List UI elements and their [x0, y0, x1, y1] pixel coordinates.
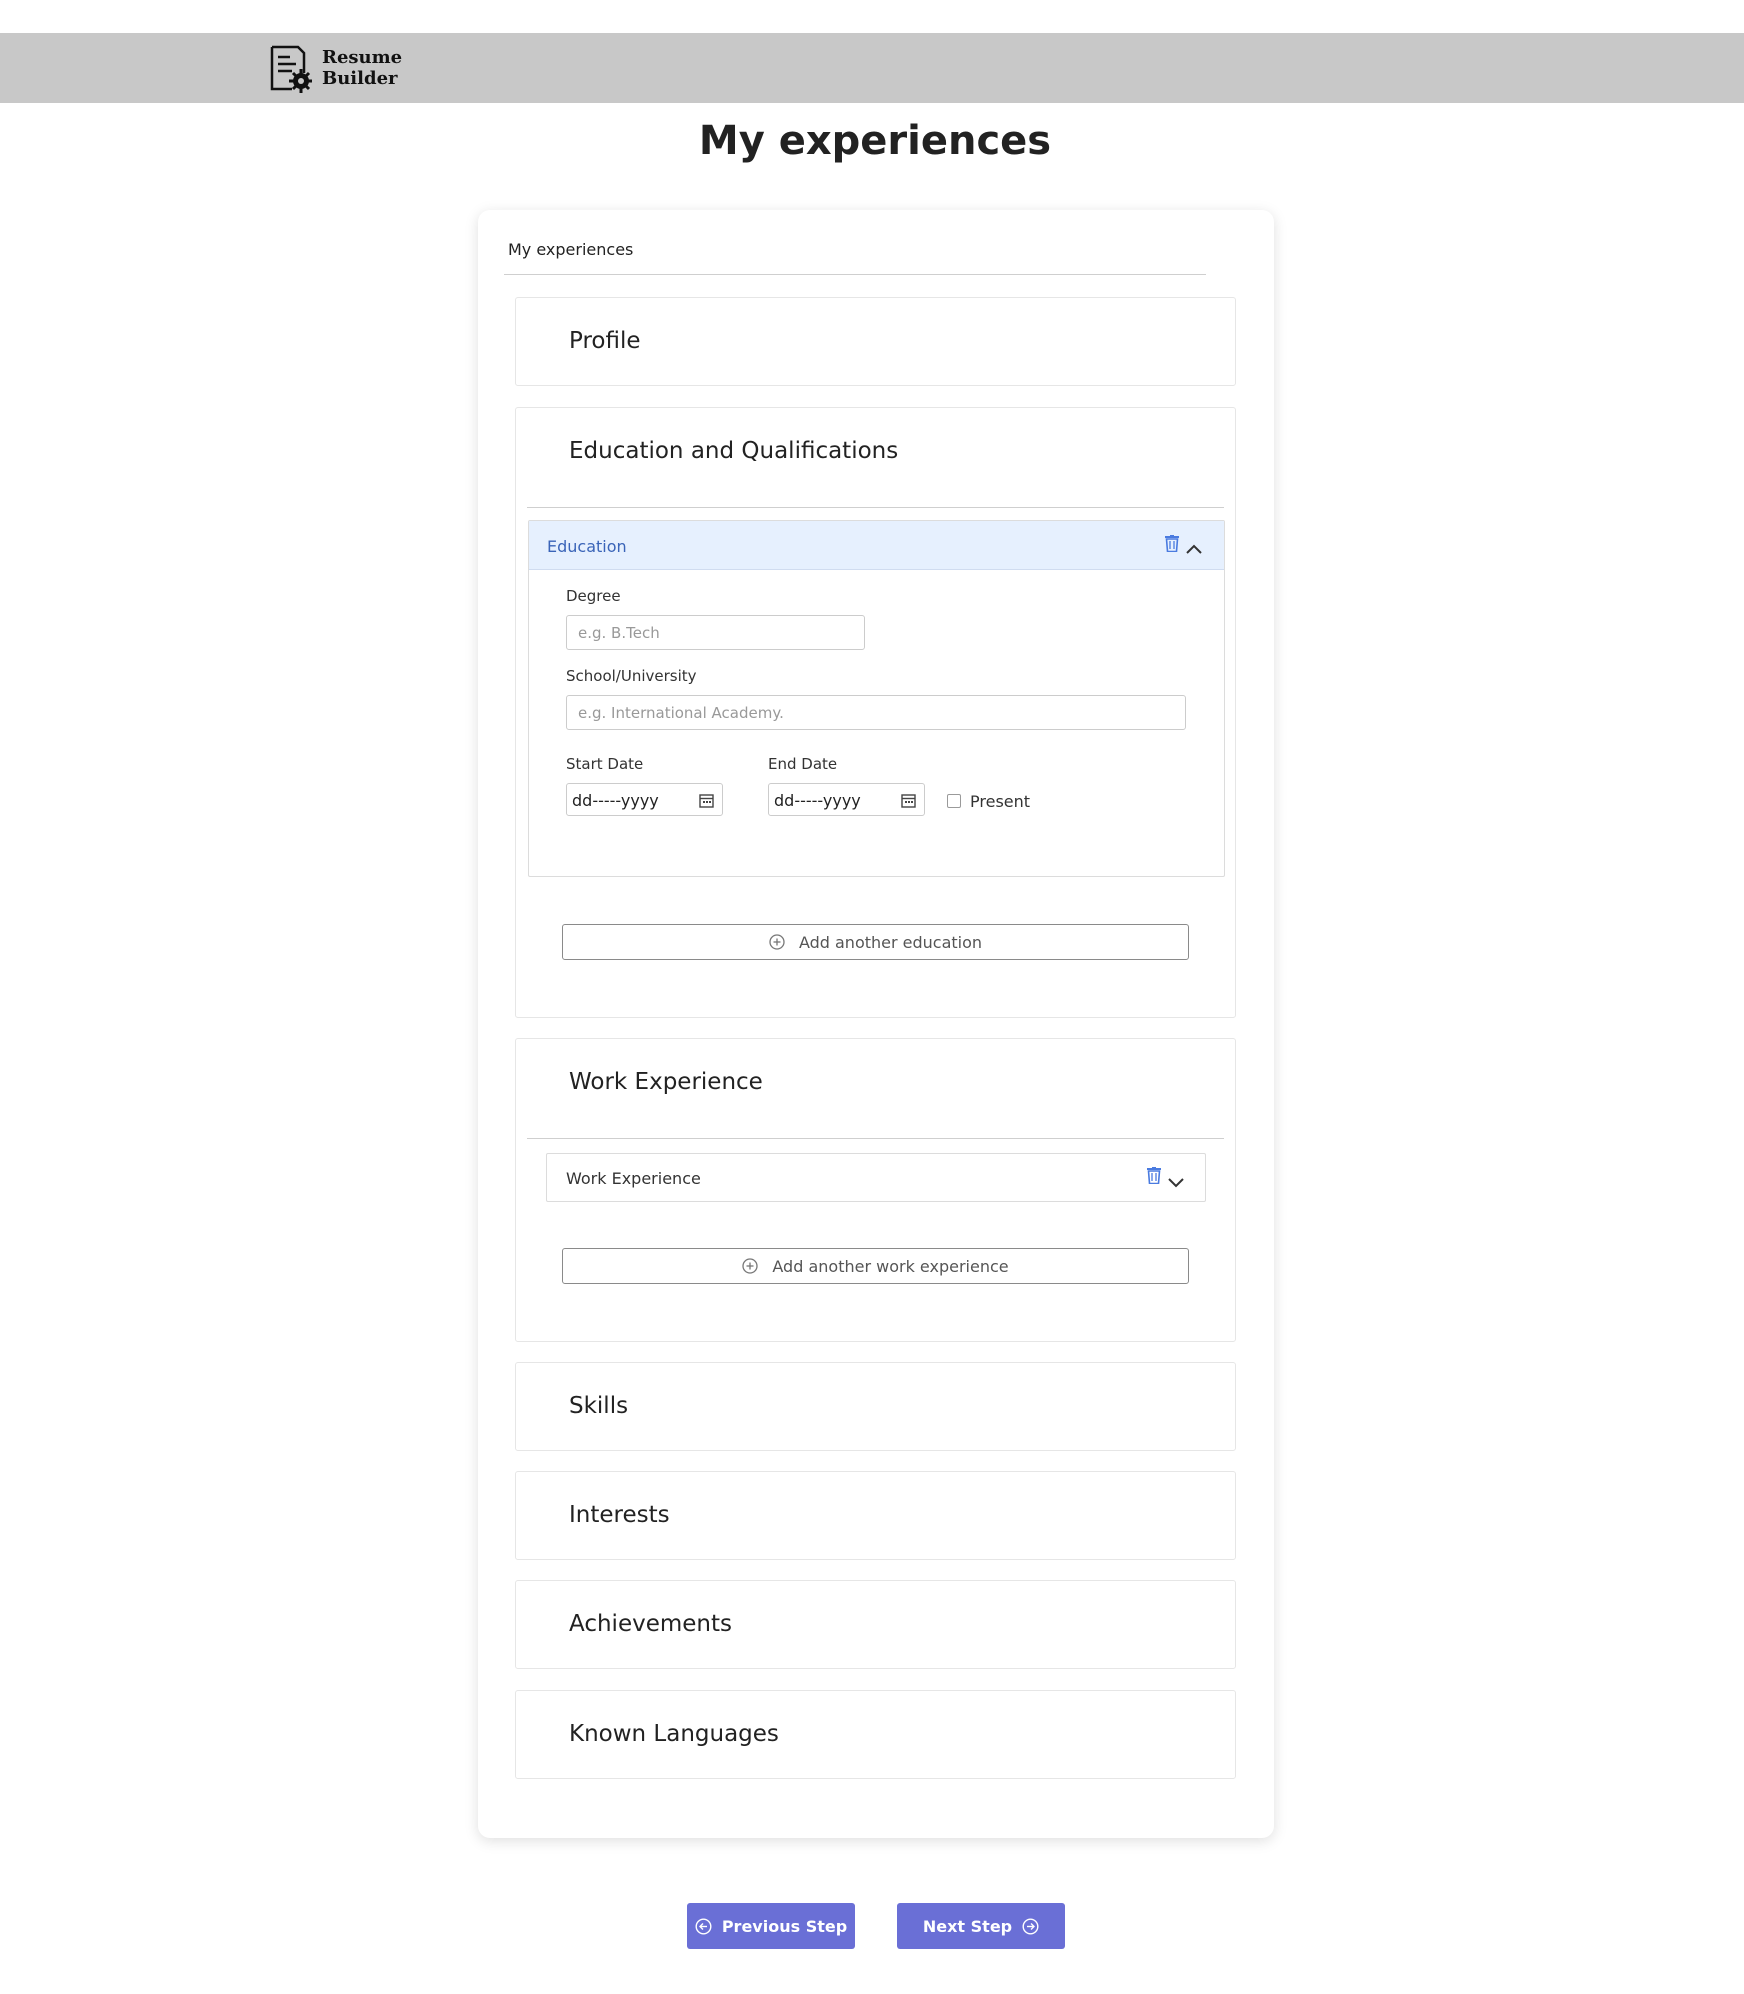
arrow-right-circle-icon	[1022, 1917, 1039, 1935]
section-title-profile: Profile	[569, 328, 641, 354]
section-title-skills: Skills	[569, 1393, 629, 1419]
section-work-experience: Work Experience Work Experience Add anot…	[515, 1038, 1236, 1342]
school-input[interactable]	[566, 695, 1186, 730]
app-name: Resume Builder	[322, 47, 402, 89]
end-date-input[interactable]: dd-----yyyy	[768, 783, 925, 816]
experiences-card: My experiences Profile Education and Qua…	[478, 210, 1274, 1838]
resume-gear-icon	[268, 43, 313, 93]
education-accordion-header[interactable]: Education	[529, 521, 1224, 570]
degree-input[interactable]	[566, 615, 865, 650]
present-label: Present	[970, 792, 1031, 811]
add-work-experience-label: Add another work experience	[772, 1256, 1009, 1276]
school-label: School/University	[566, 667, 697, 685]
chevron-up-icon[interactable]	[1185, 540, 1203, 554]
section-profile[interactable]: Profile	[515, 297, 1236, 386]
section-skills[interactable]: Skills	[515, 1362, 1236, 1451]
add-education-button[interactable]: Add another education	[562, 924, 1189, 960]
section-achievements[interactable]: Achievements	[515, 1580, 1236, 1669]
section-title-work[interactable]: Work Experience	[569, 1069, 763, 1095]
start-date-input[interactable]: dd-----yyyy	[566, 783, 723, 816]
section-known-languages[interactable]: Known Languages	[515, 1690, 1236, 1779]
degree-label: Degree	[566, 587, 621, 605]
section-title-education[interactable]: Education and Qualifications	[569, 438, 898, 464]
calendar-icon[interactable]	[699, 793, 714, 808]
page-title: My experiences	[698, 118, 1052, 164]
top-bar: Resume Builder	[0, 33, 1744, 103]
plus-circle-icon	[742, 1258, 759, 1274]
trash-icon[interactable]	[1147, 1167, 1161, 1185]
calendar-icon[interactable]	[901, 793, 916, 808]
start-date-value: dd-----yyyy	[572, 791, 659, 810]
next-step-label: Next Step	[922, 1916, 1013, 1936]
app-name-line1: Resume	[322, 47, 403, 68]
start-date-label: Start Date	[566, 755, 644, 773]
end-date-label: End Date	[768, 755, 838, 773]
chevron-down-icon[interactable]	[1167, 1173, 1185, 1188]
work-accordion-label: Work Experience	[566, 1169, 701, 1188]
card-header: My experiences	[508, 240, 634, 259]
trash-icon[interactable]	[1165, 535, 1179, 553]
present-checkbox[interactable]	[947, 794, 961, 808]
add-work-experience-button[interactable]: Add another work experience	[562, 1248, 1189, 1284]
work-accordion[interactable]: Work Experience	[546, 1153, 1206, 1202]
app-logo[interactable]: Resume Builder	[268, 43, 402, 93]
section-divider	[527, 507, 1224, 508]
end-date-value: dd-----yyyy	[774, 791, 861, 810]
plus-circle-icon	[769, 934, 785, 950]
next-step-button[interactable]: Next Step	[897, 1903, 1065, 1949]
app-name-line2: Builder	[322, 68, 398, 89]
section-title-achievements: Achievements	[569, 1611, 732, 1637]
previous-step-button[interactable]: Previous Step	[687, 1903, 855, 1949]
previous-step-label: Previous Step	[721, 1916, 848, 1936]
card-divider	[504, 274, 1206, 275]
education-accordion: Education Degree School/University	[528, 520, 1225, 877]
section-education: Education and Qualifications Education D…	[515, 407, 1236, 1018]
education-accordion-label: Education	[547, 537, 627, 556]
section-interests[interactable]: Interests	[515, 1471, 1236, 1560]
section-divider	[527, 1138, 1224, 1139]
arrow-left-circle-icon	[695, 1917, 712, 1935]
section-title-languages: Known Languages	[569, 1721, 779, 1747]
add-education-label: Add another education	[798, 932, 983, 952]
section-title-interests: Interests	[569, 1502, 670, 1528]
